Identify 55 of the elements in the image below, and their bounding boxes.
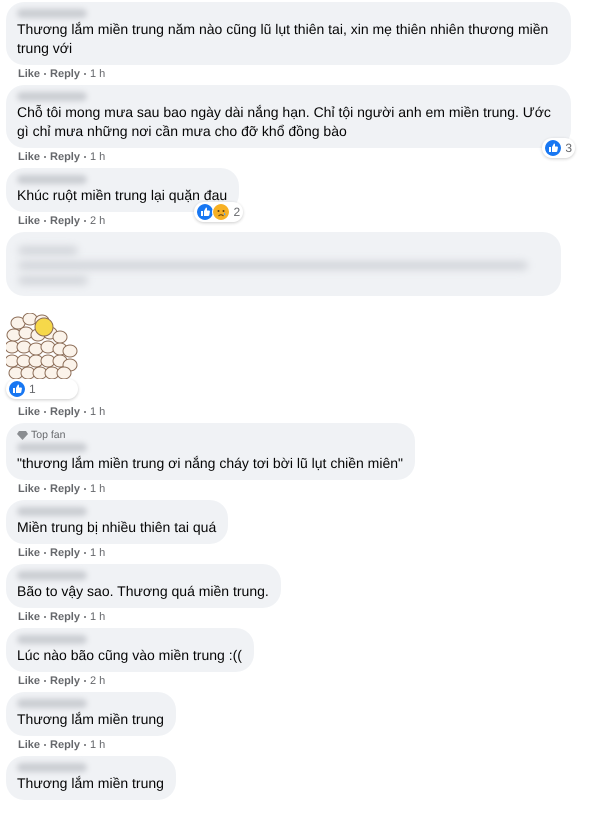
- comment-time[interactable]: 1 h: [90, 739, 106, 751]
- blurred-name: [17, 635, 87, 644]
- comment-text: Thương lắm miền trung năm nào cũng lũ lụt thiên tai, xin mẹ thiên nhiên thương miền trung với: [17, 20, 550, 58]
- blurred-name: [17, 507, 87, 516]
- like-link[interactable]: Like: [18, 406, 40, 418]
- comment-text: Khúc ruột miền trung lại quặn đau: [17, 186, 228, 205]
- comment-time[interactable]: 1 h: [90, 406, 106, 418]
- comment-text: Thương lắm miền trung: [17, 774, 164, 793]
- like-link[interactable]: Like: [18, 151, 40, 163]
- reaction-count[interactable]: 1: [6, 379, 78, 399]
- like-link[interactable]: Like: [18, 547, 40, 559]
- sad-reaction-icon: [212, 203, 230, 221]
- comment-text: Bão to vậy sao. Thương quá miền trung.: [17, 582, 269, 601]
- sticker-drawing: [6, 313, 78, 379]
- like-reaction-icon: [8, 380, 26, 398]
- reaction-count[interactable]: 3: [542, 138, 575, 158]
- reply-link[interactable]: Reply: [50, 739, 80, 751]
- comment-time[interactable]: 1 h: [90, 68, 106, 80]
- reply-link[interactable]: Reply: [50, 675, 80, 687]
- comment-time[interactable]: 1 h: [90, 547, 106, 559]
- blurred-name: [17, 175, 87, 184]
- reply-link[interactable]: Reply: [50, 151, 80, 163]
- blurred-name: [17, 443, 87, 452]
- like-reaction-icon: [196, 203, 214, 221]
- top-fan-label: Top fan: [31, 429, 66, 441]
- blurred-name: [17, 763, 87, 772]
- blurred-name: [17, 92, 87, 101]
- comment-text: "thương lắm miền trung ơi nắng cháy tơi bời lũ lụt chiền miên": [17, 454, 403, 473]
- comment-text: Lúc nào bão cũng vào miền trung :((: [17, 646, 242, 665]
- like-link[interactable]: Like: [18, 675, 40, 687]
- reply-link[interactable]: Reply: [50, 611, 80, 623]
- like-link[interactable]: Like: [18, 611, 40, 623]
- blurred-name: [17, 699, 87, 708]
- comment-text: Chỗ tôi mong mưa sau bao ngày dài nắng hạn. Chỉ tội người anh em miền trung. Ước gì chỉ mưa những nơi cần mưa cho đỡ khổ đồng bào: [17, 103, 552, 141]
- reply-link[interactable]: Reply: [50, 215, 80, 227]
- comment-time[interactable]: 1 h: [90, 151, 106, 163]
- reply-link[interactable]: Reply: [50, 547, 80, 559]
- reply-link[interactable]: Reply: [50, 483, 80, 495]
- reaction-count[interactable]: 2: [194, 202, 244, 222]
- comment-time[interactable]: 1 h: [90, 483, 106, 495]
- like-link[interactable]: Like: [18, 215, 40, 227]
- reply-link[interactable]: Reply: [50, 406, 80, 418]
- comment-text: Miền trung bị nhiều thiên tai quá: [17, 518, 216, 537]
- like-link[interactable]: Like: [18, 483, 40, 495]
- like-link[interactable]: Like: [18, 739, 40, 751]
- blurred-name: [17, 9, 87, 18]
- diamond-icon: [17, 430, 28, 440]
- blurred-name: [17, 571, 87, 580]
- comment-time[interactable]: 1 h: [90, 611, 106, 623]
- comment-time[interactable]: 2 h: [90, 215, 106, 227]
- like-link[interactable]: Like: [18, 68, 40, 80]
- comment-text: Thương lắm miền trung: [17, 710, 164, 729]
- reply-link[interactable]: Reply: [50, 68, 80, 80]
- comment-time[interactable]: 2 h: [90, 675, 106, 687]
- like-reaction-icon: [544, 139, 562, 157]
